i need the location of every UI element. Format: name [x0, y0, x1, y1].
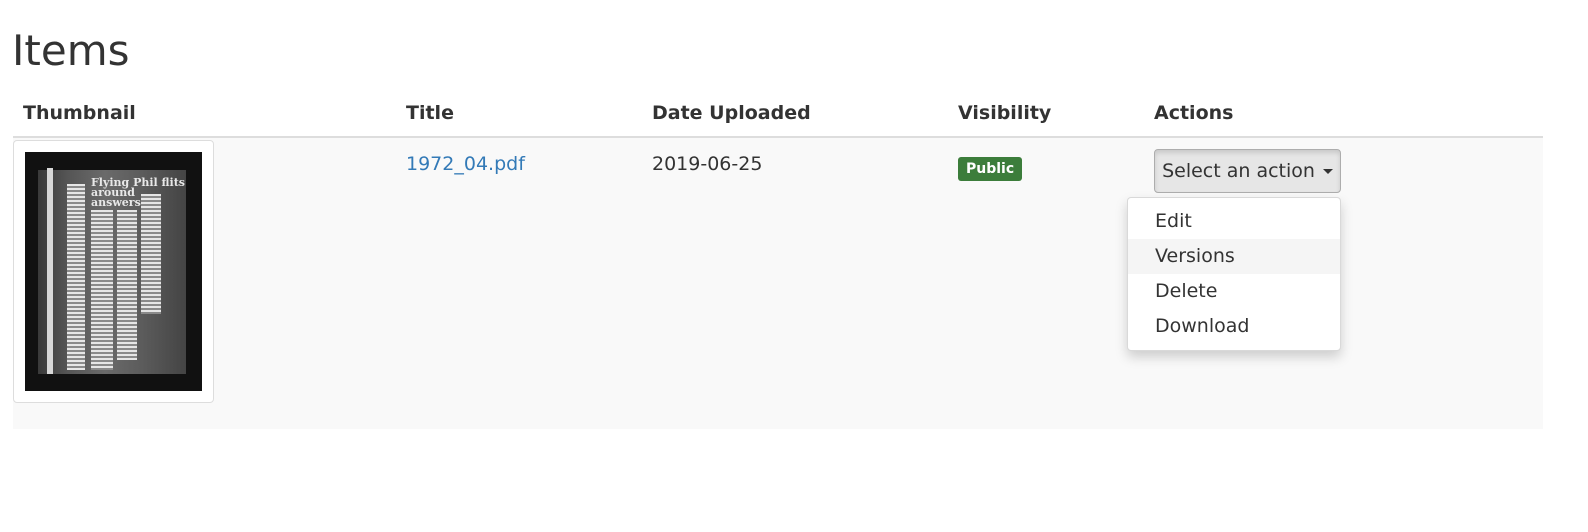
visibility-badge: Public: [958, 157, 1023, 181]
select-action-label: Select an action: [1162, 160, 1315, 182]
column-header-thumbnail: Thumbnail: [23, 102, 136, 124]
item-title-link[interactable]: 1972_04.pdf: [406, 153, 525, 175]
document-scan-thumbnail-icon: Flying Phil flits around answers: [25, 152, 202, 391]
actions-dropdown-menu: Edit Versions Delete Download: [1127, 197, 1341, 351]
date-uploaded: 2019-06-25: [652, 153, 763, 175]
column-header-date-uploaded: Date Uploaded: [652, 102, 811, 124]
table-row: Flying Phil flits around answers 1972_04…: [13, 138, 1543, 429]
page-title: Items: [12, 26, 130, 75]
thumbnail-link[interactable]: Flying Phil flits around answers: [13, 140, 214, 403]
menu-item-download[interactable]: Download: [1128, 309, 1340, 344]
column-header-visibility: Visibility: [958, 102, 1052, 124]
items-table: Thumbnail Title Date Uploaded Visibility…: [13, 92, 1543, 429]
thumbnail-headline: Flying Phil flits around answers: [91, 176, 185, 209]
column-header-title: Title: [406, 102, 454, 124]
table-header: Thumbnail Title Date Uploaded Visibility…: [13, 92, 1543, 138]
caret-down-icon: [1322, 168, 1333, 174]
menu-item-versions[interactable]: Versions: [1128, 239, 1340, 274]
column-header-actions: Actions: [1154, 102, 1234, 124]
menu-item-edit[interactable]: Edit: [1128, 204, 1340, 239]
select-action-button[interactable]: Select an action: [1154, 149, 1341, 193]
menu-item-delete[interactable]: Delete: [1128, 274, 1340, 309]
